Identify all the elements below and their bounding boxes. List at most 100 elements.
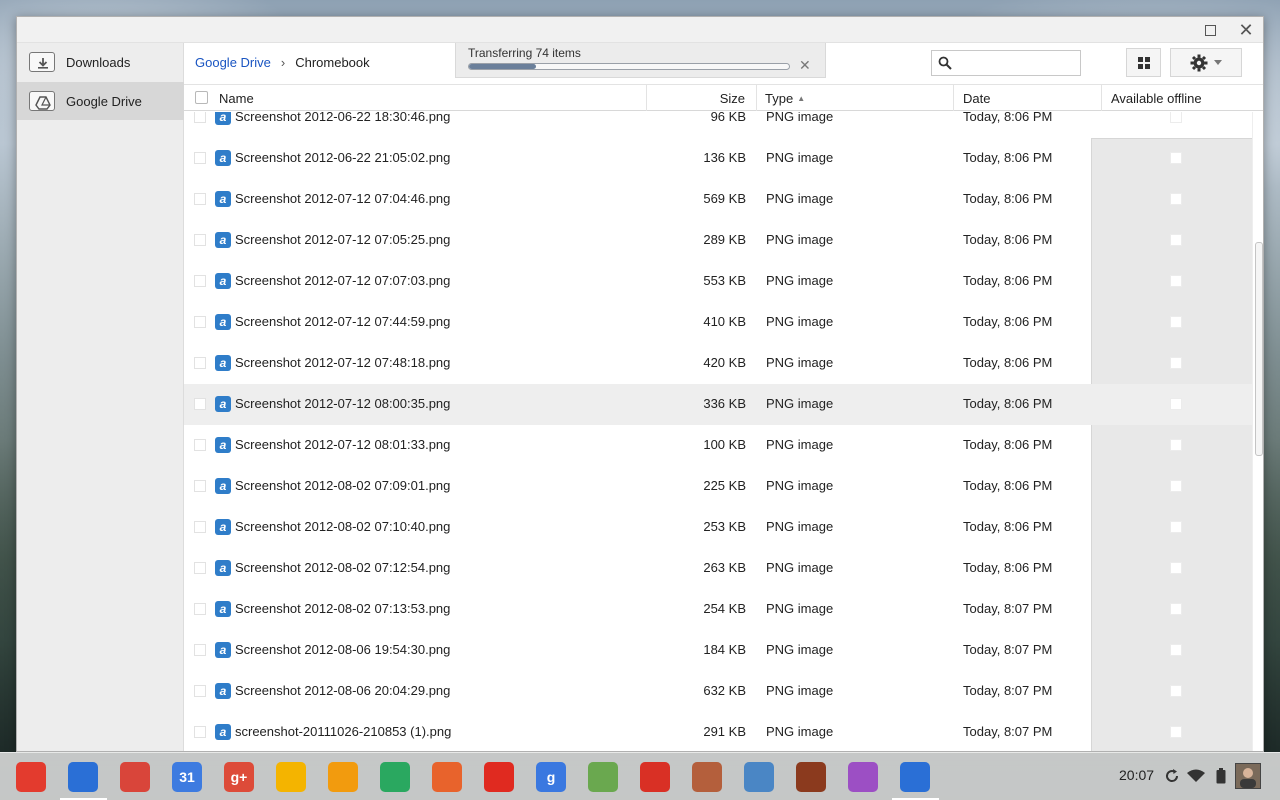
- column-header-date[interactable]: Date: [953, 85, 1101, 111]
- row-checkbox[interactable]: [194, 234, 206, 246]
- breadcrumb-separator: ›: [280, 55, 286, 70]
- row-checkbox[interactable]: [194, 275, 206, 287]
- available-offline-checkbox[interactable]: [1170, 480, 1182, 492]
- row-checkbox[interactable]: [194, 193, 206, 205]
- wifi-icon[interactable]: [1186, 765, 1206, 787]
- table-row[interactable]: a Screenshot 2012-08-02 07:10:40.png 253 K…: [184, 507, 1252, 548]
- row-checkbox[interactable]: [194, 480, 206, 492]
- file-date: Today, 8:06 PM: [963, 191, 1053, 206]
- row-checkbox[interactable]: [194, 603, 206, 615]
- grid-view-button[interactable]: [1126, 48, 1161, 77]
- rss-app-icon[interactable]: [432, 762, 462, 792]
- breadcrumb: Google Drive › Chromebook: [195, 55, 370, 70]
- table-row[interactable]: a Screenshot 2012-07-12 08:00:35.png 336 K…: [184, 384, 1252, 425]
- sync-icon[interactable]: [1162, 765, 1182, 787]
- table-row[interactable]: a Screenshot 2012-07-12 08:01:33.png 100 K…: [184, 425, 1252, 466]
- google-search-app-icon[interactable]: g: [536, 762, 566, 792]
- available-offline-checkbox[interactable]: [1170, 644, 1182, 656]
- file-date: Today, 8:07 PM: [963, 683, 1053, 698]
- row-checkbox[interactable]: [194, 685, 206, 697]
- available-offline-checkbox[interactable]: [1170, 685, 1182, 697]
- sidebar-item-downloads[interactable]: Downloads: [17, 43, 184, 81]
- sidebar: Downloads Google Drive: [17, 43, 184, 751]
- files-window-app-icon[interactable]: [900, 762, 930, 792]
- files-app-window: ✕ Downloads Google Drive Google Drive › …: [16, 16, 1264, 752]
- table-row[interactable]: a Screenshot 2012-08-02 07:09:01.png 225 K…: [184, 466, 1252, 507]
- table-row[interactable]: a Screenshot 2012-08-02 07:12:54.png 263 K…: [184, 548, 1252, 589]
- available-offline-checkbox[interactable]: [1170, 112, 1182, 123]
- sidebar-item-google-drive[interactable]: Google Drive: [17, 82, 184, 120]
- search-box[interactable]: [931, 50, 1081, 76]
- file-name: screenshot-20111026-210853 (1).png: [235, 724, 452, 739]
- available-offline-checkbox[interactable]: [1170, 275, 1182, 287]
- row-checkbox[interactable]: [194, 316, 206, 328]
- table-row[interactable]: a Screenshot 2012-07-12 07:44:59.png 410 K…: [184, 302, 1252, 343]
- package-app-icon[interactable]: [692, 762, 722, 792]
- scrollbar-thumb[interactable]: [1255, 242, 1263, 456]
- cancel-transfer-button[interactable]: ✕: [799, 57, 811, 74]
- settings-menu-button[interactable]: [1170, 48, 1242, 77]
- gmail-app-icon[interactable]: [120, 762, 150, 792]
- table-row[interactable]: a Screenshot 2012-06-22 18:30:46.png 96 KB…: [184, 112, 1252, 138]
- table-row[interactable]: a screenshot-20111026-210853 (1).png 291 K…: [184, 712, 1252, 751]
- row-checkbox[interactable]: [194, 398, 206, 410]
- picasa-app-icon[interactable]: [848, 762, 878, 792]
- row-checkbox[interactable]: [194, 112, 206, 123]
- chrome-app-icon[interactable]: [16, 762, 46, 792]
- maximize-button[interactable]: [1199, 20, 1221, 40]
- column-header-name[interactable]: Name: [214, 85, 646, 111]
- available-offline-checkbox[interactable]: [1170, 726, 1182, 738]
- column-header-size[interactable]: Size: [646, 85, 756, 111]
- file-type: PNG image: [766, 112, 834, 124]
- google-plus-app-icon[interactable]: g+: [224, 762, 254, 792]
- youtube-app-icon[interactable]: [484, 762, 514, 792]
- music-app-icon[interactable]: [328, 762, 358, 792]
- clock[interactable]: 20:07: [1119, 767, 1154, 783]
- available-offline-checkbox[interactable]: [1170, 562, 1182, 574]
- table-row[interactable]: a Screenshot 2012-07-12 07:07:03.png 553 K…: [184, 261, 1252, 302]
- avatar[interactable]: [1235, 763, 1261, 789]
- calendar-app-icon[interactable]: 31: [172, 762, 202, 792]
- table-row[interactable]: a Screenshot 2012-08-02 07:13:53.png 254 K…: [184, 589, 1252, 630]
- breadcrumb-root-link[interactable]: Google Drive: [195, 55, 271, 70]
- row-checkbox[interactable]: [194, 357, 206, 369]
- table-row[interactable]: a Screenshot 2012-07-12 07:04:46.png 569 K…: [184, 179, 1252, 220]
- close-window-button[interactable]: ✕: [1235, 20, 1257, 40]
- available-offline-checkbox[interactable]: [1170, 521, 1182, 533]
- available-offline-checkbox[interactable]: [1170, 357, 1182, 369]
- battery-icon[interactable]: [1211, 765, 1231, 787]
- file-size: 253 KB: [703, 519, 746, 534]
- column-header-offline[interactable]: Available offline: [1101, 85, 1263, 111]
- tree-app-icon[interactable]: [588, 762, 618, 792]
- file-name: Screenshot 2012-07-12 08:00:35.png: [235, 396, 451, 411]
- select-all-checkbox[interactable]: [195, 91, 208, 104]
- column-header-type[interactable]: Type ▲: [756, 85, 953, 111]
- file-date: Today, 8:07 PM: [963, 601, 1053, 616]
- play-store-app-icon[interactable]: [380, 762, 410, 792]
- vertical-scrollbar[interactable]: [1252, 112, 1263, 751]
- table-row[interactable]: a Screenshot 2012-07-12 07:05:25.png 289 K…: [184, 220, 1252, 261]
- bible-app-icon[interactable]: [796, 762, 826, 792]
- drive-app-icon[interactable]: [276, 762, 306, 792]
- file-name: Screenshot 2012-06-22 21:05:02.png: [235, 150, 451, 165]
- table-row[interactable]: a Screenshot 2012-08-06 20:04:29.png 632 K…: [184, 671, 1252, 712]
- row-checkbox[interactable]: [194, 439, 206, 451]
- row-checkbox[interactable]: [194, 726, 206, 738]
- row-checkbox[interactable]: [194, 644, 206, 656]
- row-checkbox[interactable]: [194, 562, 206, 574]
- remote-desktop-app-icon[interactable]: [744, 762, 774, 792]
- available-offline-checkbox[interactable]: [1170, 152, 1182, 164]
- files-app-icon[interactable]: [68, 762, 98, 792]
- available-offline-checkbox[interactable]: [1170, 193, 1182, 205]
- maps-app-icon[interactable]: [640, 762, 670, 792]
- available-offline-checkbox[interactable]: [1170, 603, 1182, 615]
- available-offline-checkbox[interactable]: [1170, 398, 1182, 410]
- available-offline-checkbox[interactable]: [1170, 316, 1182, 328]
- available-offline-checkbox[interactable]: [1170, 439, 1182, 451]
- table-row[interactable]: a Screenshot 2012-07-12 07:48:18.png 420 K…: [184, 343, 1252, 384]
- available-offline-checkbox[interactable]: [1170, 234, 1182, 246]
- row-checkbox[interactable]: [194, 152, 206, 164]
- table-row[interactable]: a Screenshot 2012-06-22 21:05:02.png 136 K…: [184, 138, 1252, 179]
- row-checkbox[interactable]: [194, 521, 206, 533]
- table-row[interactable]: a Screenshot 2012-08-06 19:54:30.png 184 K…: [184, 630, 1252, 671]
